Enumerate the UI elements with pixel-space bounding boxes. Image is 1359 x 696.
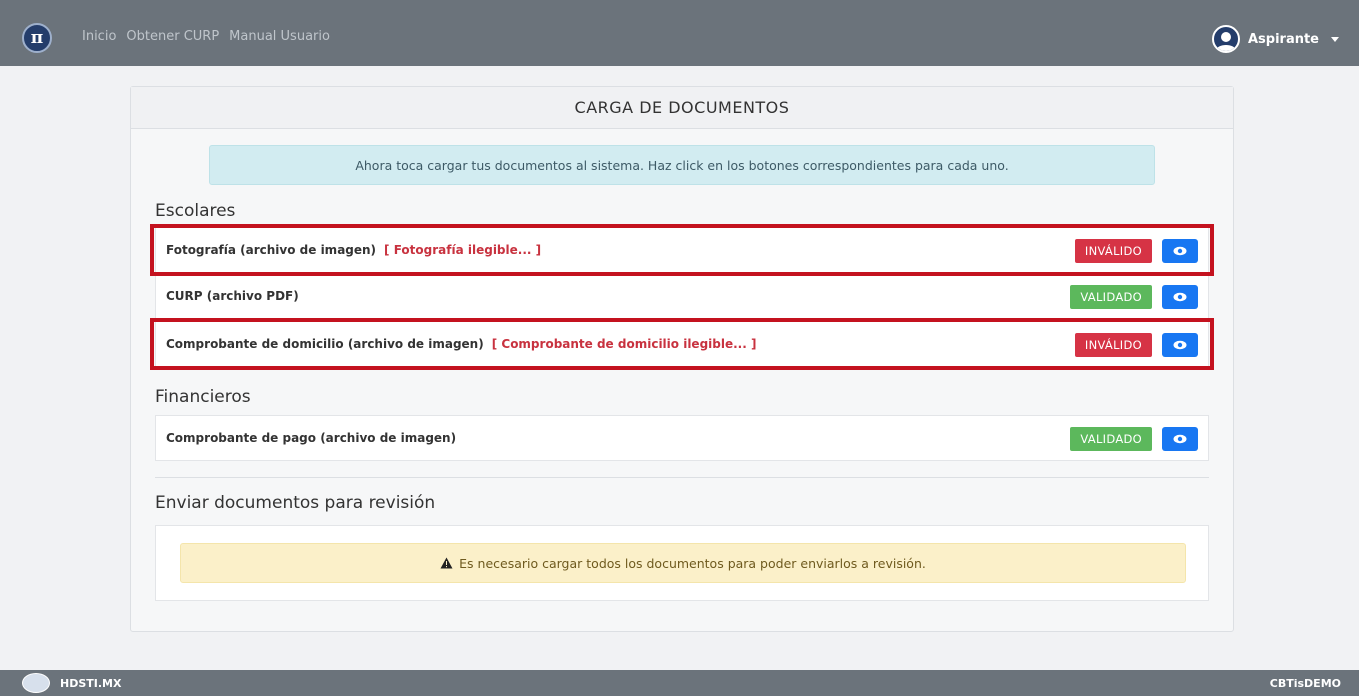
top-navbar: π Inicio Obtener CURP Manual Usuario Asp…	[0, 0, 1359, 66]
document-rejection-reason: [ Comprobante de domicilio ilegible... ]	[491, 337, 757, 351]
view-document-button[interactable]	[1162, 333, 1198, 357]
eye-icon	[1173, 246, 1187, 256]
document-upload-card: CARGA DE DOCUMENTOS Ahora toca cargar tu…	[130, 86, 1234, 632]
warning-alert: Es necesario cargar todos los documentos…	[180, 543, 1186, 583]
footer-brand[interactable]: HDSTI.MX	[60, 677, 121, 690]
view-document-button[interactable]	[1162, 285, 1198, 309]
view-document-button[interactable]	[1162, 427, 1198, 451]
document-label: CURP (archivo PDF)	[166, 289, 299, 303]
app-logo[interactable]: π	[22, 23, 52, 53]
document-label: Comprobante de domicilio (archivo de ima…	[166, 337, 484, 351]
view-document-button[interactable]	[1162, 239, 1198, 263]
footer: HDSTI.MX CBTisDEMO	[0, 670, 1359, 696]
nav-link-obtener-curp[interactable]: Obtener CURP	[126, 29, 219, 44]
warning-triangle-icon	[440, 557, 453, 569]
document-row-fotografia: Fotografía (archivo de imagen) [ Fotogra…	[155, 227, 1209, 273]
section-title-escolares: Escolares	[155, 201, 236, 221]
info-alert: Ahora toca cargar tus documentos al sist…	[209, 145, 1155, 185]
section-title-enviar: Enviar documentos para revisión	[155, 493, 436, 513]
status-badge-invalid: INVÁLIDO	[1074, 333, 1152, 357]
section-title-financieros: Financieros	[155, 387, 251, 407]
warning-message: Es necesario cargar todos los documentos…	[459, 555, 926, 571]
document-label: Comprobante de pago (archivo de imagen)	[166, 431, 457, 445]
footer-institution: CBTisDEMO	[1269, 677, 1341, 690]
card-title: CARGA DE DOCUMENTOS	[131, 87, 1233, 129]
footer-logo-icon	[22, 673, 50, 693]
document-rejection-reason: [ Fotografía ilegible... ]	[384, 243, 542, 257]
eye-icon	[1173, 292, 1187, 302]
eye-icon	[1173, 340, 1187, 350]
document-row-comprobante-domicilio: Comprobante de domicilio (archivo de ima…	[155, 321, 1209, 367]
eye-icon	[1173, 434, 1187, 444]
user-menu[interactable]: Aspirante	[1211, 25, 1339, 53]
nav-link-inicio[interactable]: Inicio	[82, 29, 116, 44]
user-menu-label: Aspirante	[1247, 31, 1319, 47]
nav-link-manual-usuario[interactable]: Manual Usuario	[229, 29, 330, 44]
send-documents-box: Es necesario cargar todos los documentos…	[155, 525, 1209, 601]
status-badge-invalid: INVÁLIDO	[1074, 239, 1152, 263]
nav-links: Inicio Obtener CURP Manual Usuario	[82, 29, 330, 44]
document-label: Fotografía (archivo de imagen)	[166, 243, 377, 257]
document-row-comprobante-pago: Comprobante de pago (archivo de imagen) …	[155, 415, 1209, 461]
status-badge-valid: VALIDADO	[1070, 285, 1152, 309]
section-divider	[155, 477, 1209, 478]
user-avatar-icon	[1211, 25, 1240, 53]
document-row-curp: CURP (archivo PDF) VALIDADO	[155, 273, 1209, 319]
status-badge-valid: VALIDADO	[1070, 427, 1152, 451]
chevron-down-icon	[1331, 36, 1339, 42]
